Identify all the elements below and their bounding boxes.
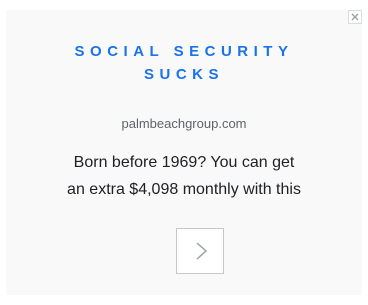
ad-domain[interactable]: palmbeachgroup.com [6,116,362,132]
ad-headline-line2[interactable]: SUCKS [6,63,362,86]
ad-description[interactable]: Born before 1969? You can get an extra $… [6,149,362,203]
next-button[interactable] [176,228,224,274]
ad-headline[interactable]: SOCIAL SECURITY SUCKS [6,40,362,86]
ad-container[interactable]: SOCIAL SECURITY SUCKS palmbeachgroup.com… [6,10,362,295]
chevron-right-icon [196,242,208,260]
ad-headline-line1[interactable]: SOCIAL SECURITY [6,40,362,63]
close-icon[interactable] [348,10,362,24]
ad-description-line2: an extra $4,098 monthly with this [67,181,301,198]
ad-description-line1: Born before 1969? You can get [73,154,295,171]
